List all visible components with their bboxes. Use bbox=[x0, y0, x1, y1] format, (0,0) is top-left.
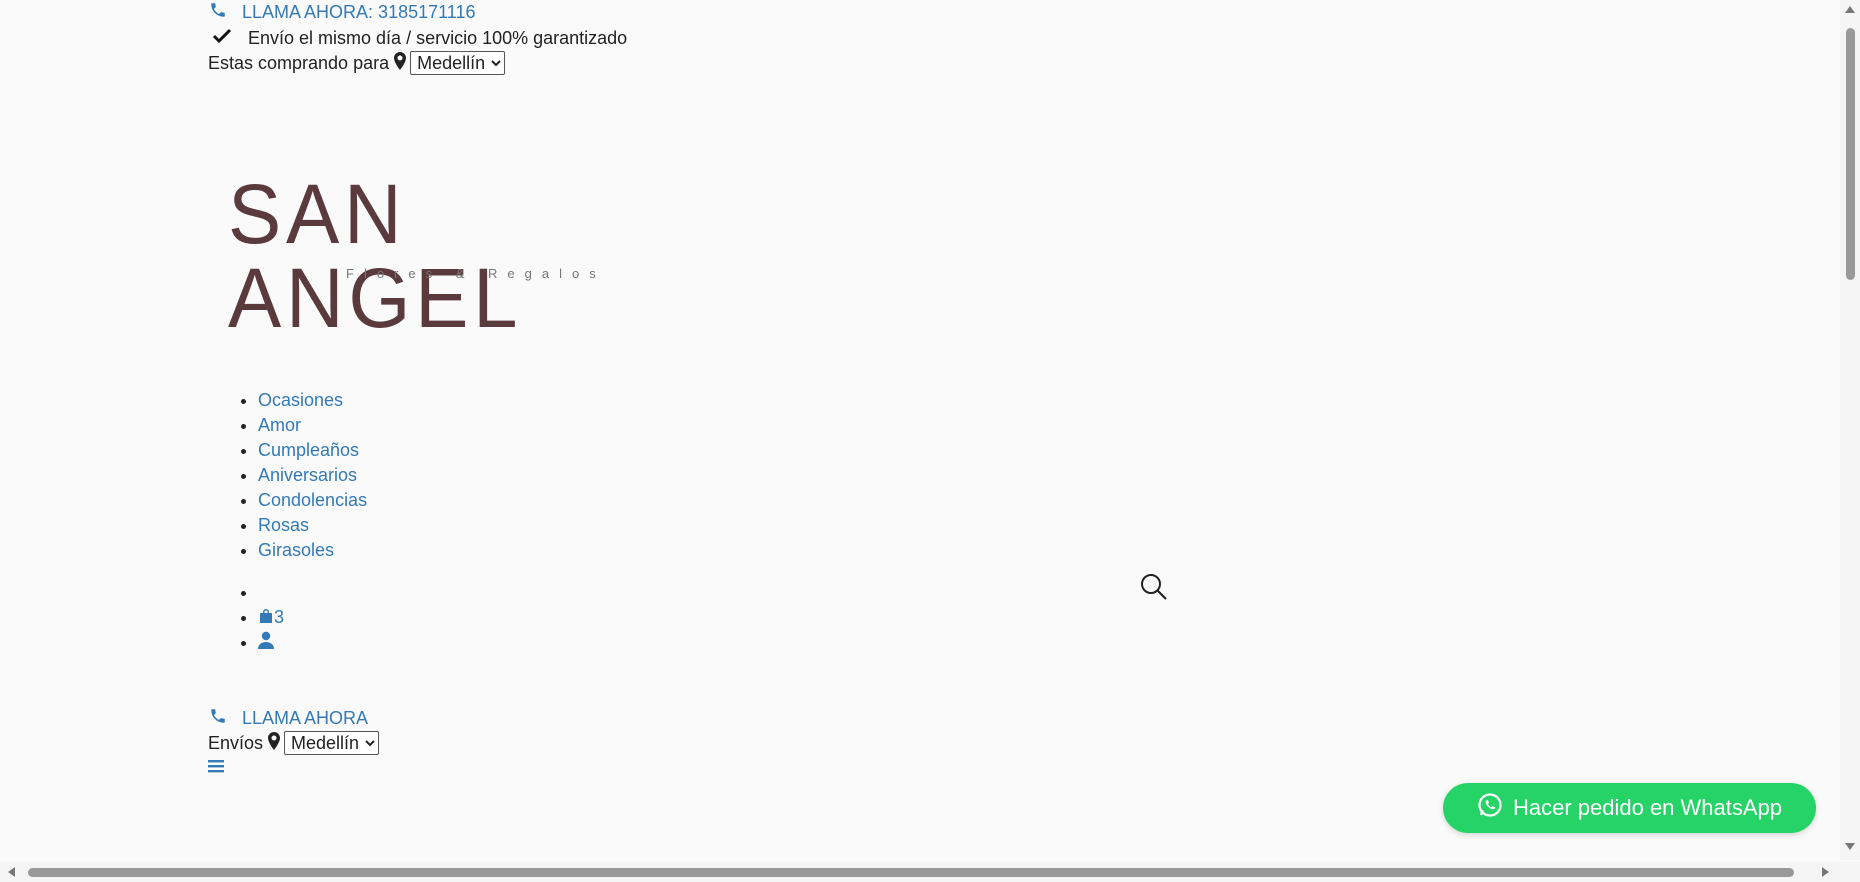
menu-item-rosas: Rosas bbox=[258, 513, 367, 538]
map-pin-icon bbox=[268, 731, 281, 755]
check-icon bbox=[212, 28, 232, 49]
phone-icon bbox=[208, 707, 228, 730]
header-icons: 3 bbox=[208, 580, 1258, 655]
horizontal-scroll-thumb[interactable] bbox=[28, 868, 1794, 877]
horizontal-scrollbar[interactable] bbox=[0, 862, 1840, 882]
mobile-menu-row bbox=[208, 757, 224, 779]
menu-item-cumpleanos: Cumpleaños bbox=[258, 438, 367, 463]
scroll-up-arrow-icon[interactable] bbox=[1845, 6, 1855, 13]
map-pin-icon bbox=[394, 51, 407, 75]
account-item bbox=[258, 630, 1258, 655]
shopping-bag-icon bbox=[258, 606, 274, 631]
logo-subtitle: Flores & Regalos bbox=[346, 266, 606, 281]
search-item bbox=[258, 580, 1258, 605]
whatsapp-icon bbox=[1477, 792, 1503, 824]
menu-link[interactable]: Rosas bbox=[258, 515, 309, 535]
mobile-call-row: LLAMA AHORA bbox=[208, 706, 368, 730]
logo-title: SAN ANGEL bbox=[228, 167, 523, 345]
menu-link[interactable]: Amor bbox=[258, 415, 301, 435]
mobile-call-link[interactable]: LLAMA AHORA bbox=[242, 708, 368, 729]
phone-icon bbox=[208, 1, 228, 24]
vertical-scrollbar[interactable] bbox=[1840, 0, 1860, 860]
menu-link[interactable]: Aniversarios bbox=[258, 465, 357, 485]
menu-item-condolencias: Condolencias bbox=[258, 488, 367, 513]
vertical-scroll-thumb[interactable] bbox=[1846, 28, 1855, 280]
scroll-right-arrow-icon[interactable] bbox=[1822, 867, 1829, 877]
menu-link[interactable]: Condolencias bbox=[258, 490, 367, 510]
logo[interactable]: SAN ANGEL Flores & Regalos bbox=[228, 160, 708, 340]
menu-item-girasoles: Girasoles bbox=[258, 538, 367, 563]
user-icon bbox=[258, 631, 274, 656]
phone-link[interactable]: LLAMA AHORA: 3185171116 bbox=[242, 2, 476, 23]
menu-item-ocasiones: Ocasiones bbox=[258, 388, 367, 413]
shipping-label: Envíos bbox=[208, 732, 264, 753]
menu-link[interactable]: Cumpleaños bbox=[258, 440, 359, 460]
scrollbar-corner bbox=[1840, 862, 1860, 882]
shipping-row: Envío el mismo día / servicio 100% garan… bbox=[208, 26, 627, 50]
menu-item-amor: Amor bbox=[258, 413, 367, 438]
cart-count: 3 bbox=[274, 607, 285, 627]
whatsapp-order-button[interactable]: Hacer pedido en WhatsApp bbox=[1443, 783, 1816, 833]
mobile-city-select[interactable]: Medellín bbox=[284, 731, 380, 755]
main-menu: Ocasiones Amor Cumpleaños Aniversarios C… bbox=[208, 388, 367, 563]
search-icon[interactable] bbox=[1140, 573, 1168, 606]
menu-item-aniversarios: Aniversarios bbox=[258, 463, 367, 488]
shipping-text: Envío el mismo día / servicio 100% garan… bbox=[248, 27, 628, 48]
account-link[interactable] bbox=[258, 631, 274, 652]
cart-link[interactable]: 3 bbox=[258, 607, 284, 627]
cart-item: 3 bbox=[258, 605, 1258, 630]
scroll-down-arrow-icon[interactable] bbox=[1845, 843, 1855, 850]
mobile-shipping-row: Envíos Medellín bbox=[208, 731, 380, 755]
whatsapp-label: Hacer pedido en WhatsApp bbox=[1512, 795, 1783, 820]
menu-link[interactable]: Girasoles bbox=[258, 540, 334, 560]
hamburger-icon[interactable] bbox=[208, 758, 224, 779]
phone-row: LLAMA AHORA: 3185171116 bbox=[208, 0, 476, 24]
buying-for-label: Estas comprando para bbox=[208, 52, 390, 73]
city-select[interactable]: Medellín bbox=[410, 51, 506, 75]
scroll-left-arrow-icon[interactable] bbox=[8, 867, 15, 877]
location-row: Estas comprando para Medellín bbox=[208, 51, 506, 75]
menu-link[interactable]: Ocasiones bbox=[258, 390, 343, 410]
